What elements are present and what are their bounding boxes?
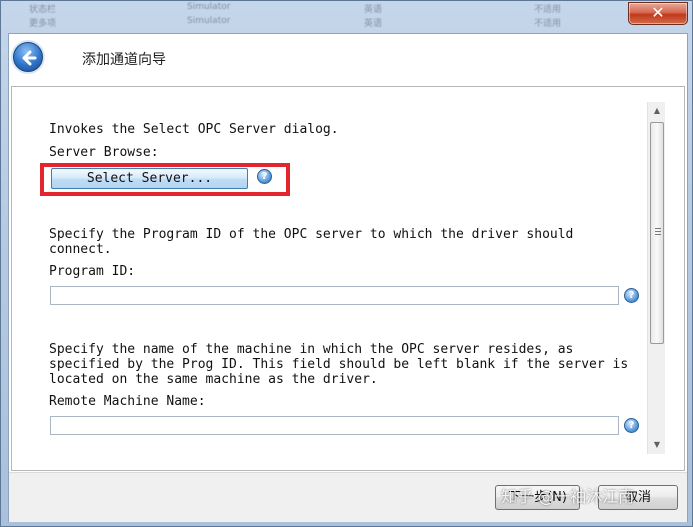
grip-line (655, 234, 661, 235)
bg-cell: Simulator (187, 2, 231, 12)
background-row: 状态栏 Simulator 英语 不适用 (29, 2, 689, 15)
bg-cell: 不适用 (534, 5, 562, 15)
program-id-input[interactable] (50, 286, 619, 305)
bg-cell: 不适用 (534, 19, 562, 29)
select-server-button[interactable]: Select Server... (51, 168, 248, 189)
wizard-client-area: 添加通道向导 Invokes the Select OPC Server dia… (8, 33, 688, 522)
remote-machine-description: Specify the name of the machine in which… (49, 342, 629, 387)
background-window-strip: 状态栏 Simulator 英语 不适用 更多项 Simulator 英语 不适… (1, 1, 693, 33)
bg-cell: 英语 (364, 5, 383, 15)
close-icon: ✕ (651, 3, 665, 22)
grip-line (655, 231, 661, 232)
back-arrow-icon (22, 50, 37, 66)
vertical-scrollbar[interactable]: ▲ ▼ (647, 102, 665, 454)
server-browse-label: Server Browse: (49, 145, 159, 160)
program-id-description: Specify the Program ID of the OPC server… (49, 227, 574, 257)
bg-cell: 英语 (364, 19, 383, 29)
background-row: 更多项 Simulator 英语 不适用 (29, 16, 689, 29)
bg-cell: Simulator (187, 16, 231, 26)
invokes-text: Invokes the Select OPC Server dialog. (49, 122, 339, 137)
back-button[interactable] (13, 42, 43, 72)
wizard-header: 添加通道向导 (9, 34, 687, 82)
help-icon[interactable]: ? (624, 418, 639, 433)
close-button[interactable]: ✕ (628, 2, 688, 25)
program-id-label: Program ID: (49, 264, 136, 279)
help-icon[interactable]: ? (257, 169, 272, 184)
scroll-down-button[interactable]: ▼ (648, 436, 666, 453)
help-icon[interactable]: ? (624, 288, 639, 303)
wizard-content: Invokes the Select OPC Server dialog. Se… (11, 86, 685, 471)
remote-machine-label: Remote Machine Name: (49, 394, 206, 409)
remote-machine-input[interactable] (50, 416, 619, 435)
bg-cell: 更多项 (29, 19, 57, 29)
scroll-up-button[interactable]: ▲ (648, 102, 666, 119)
grip-line (655, 228, 661, 229)
wizard-window: 状态栏 Simulator 英语 不适用 更多项 Simulator 英语 不适… (0, 0, 693, 527)
bg-cell: 状态栏 (29, 5, 57, 15)
scroll-thumb[interactable] (650, 122, 664, 344)
watermark: 知乎 @一袖沐江南 (501, 487, 635, 506)
wizard-title: 添加通道向导 (82, 52, 166, 68)
